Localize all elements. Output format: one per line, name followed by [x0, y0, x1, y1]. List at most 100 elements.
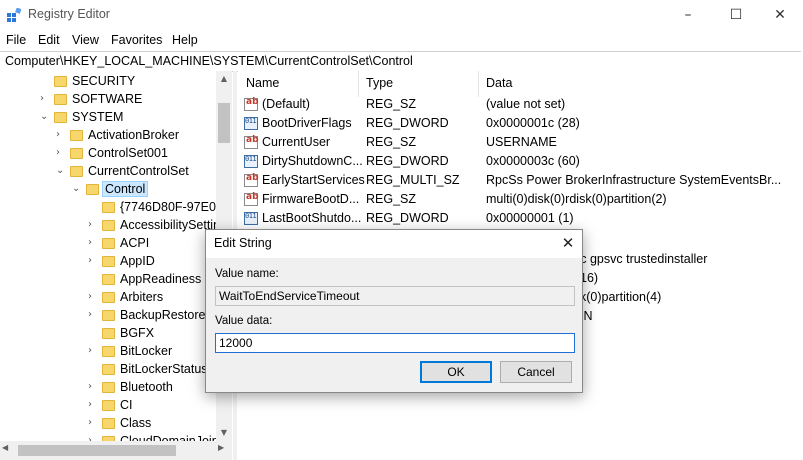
value-data: USERNAME	[486, 135, 557, 149]
binary-value-icon: 011	[244, 117, 258, 130]
value-row[interactable]: 011 DirtyShutdownC... REG_DWORD 0x0000003c …	[238, 152, 803, 171]
menu-bar: File Edit View Favorites Help	[0, 30, 803, 50]
value-row[interactable]: ab EarlyStartServices REG_MULTI_SZ RpcSs Po…	[238, 171, 803, 190]
tree-item-label: SOFTWARE	[72, 92, 143, 106]
chevron-right-icon[interactable]: ›	[88, 219, 98, 231]
value-data: RpcSs Power BrokerInfrastructure SystemE…	[486, 173, 782, 187]
folder-icon	[102, 238, 115, 249]
column-header-name[interactable]: Name	[246, 76, 279, 90]
folder-icon	[102, 364, 115, 375]
value-type: REG_DWORD	[366, 211, 449, 225]
key-tree[interactable]: SECURITY › SOFTWARE ⌄ SYSTEM › ActivationBroke…	[0, 71, 232, 460]
tree-item-label: Control	[102, 181, 149, 197]
scroll-up-icon[interactable]: ▲	[216, 71, 232, 87]
folder-icon	[102, 418, 115, 429]
tree-item-label: BitLocker	[120, 344, 173, 358]
cancel-button[interactable]: Cancel	[500, 361, 572, 383]
folder-icon	[54, 94, 67, 105]
value-row[interactable]: ab FirmwareBootD... REG_SZ multi(0)disk(0)r…	[238, 190, 803, 209]
value-name-field[interactable]	[215, 286, 575, 306]
close-button[interactable]: ✕	[757, 0, 803, 30]
value-type: REG_DWORD	[366, 154, 449, 168]
dialog-close-icon[interactable]: ✕	[556, 232, 580, 254]
column-header-data[interactable]: Data	[486, 76, 512, 90]
address-path[interactable]: Computer\HKEY_LOCAL_MACHINE\SYSTEM\Curre…	[5, 54, 413, 68]
value-row[interactable]: ab (Default) REG_SZ (value not set)	[238, 95, 803, 114]
value-name: CurrentUser	[262, 135, 331, 149]
string-value-icon: ab	[244, 135, 259, 149]
tree-item-label: BGFX	[120, 326, 155, 340]
string-value-icon: ab	[244, 173, 259, 187]
menu-help[interactable]: Help	[172, 33, 198, 47]
folder-icon	[102, 220, 115, 231]
tree-item-label: Class	[120, 416, 152, 430]
tree-item-label: ACPI	[120, 236, 150, 250]
menu-favorites[interactable]: Favorites	[111, 33, 162, 47]
tree-item-label: BackupRestore	[120, 308, 206, 322]
edit-string-dialog: Edit String ✕ Value name: Value data: OK…	[205, 229, 583, 393]
folder-icon	[102, 274, 115, 285]
scroll-left-icon[interactable]: ◀	[2, 443, 8, 452]
window-title: Registry Editor	[28, 7, 110, 21]
maximize-button[interactable]: ☐	[713, 0, 759, 30]
chevron-down-icon[interactable]: ⌄	[40, 111, 50, 123]
chevron-right-icon[interactable]: ›	[88, 345, 98, 357]
value-row[interactable]: ab CurrentUser REG_SZ USERNAME	[238, 133, 803, 152]
folder-icon	[86, 184, 99, 195]
chevron-right-icon[interactable]: ›	[88, 381, 98, 393]
dialog-title: Edit String	[214, 236, 272, 250]
tree-item-label: CurrentControlSet	[88, 164, 189, 178]
chevron-right-icon[interactable]: ›	[88, 309, 98, 321]
chevron-right-icon[interactable]: ›	[88, 255, 98, 267]
value-name-label: Value name:	[215, 268, 279, 280]
menu-file[interactable]: File	[6, 33, 26, 47]
scroll-thumb[interactable]	[218, 103, 230, 143]
column-divider[interactable]	[478, 71, 479, 97]
value-name: (Default)	[262, 97, 310, 111]
folder-icon	[54, 76, 67, 87]
chevron-right-icon[interactable]: ›	[88, 417, 98, 429]
folder-icon	[54, 112, 67, 123]
obscured-data-fragment: k(0)partition(4)	[580, 290, 662, 304]
column-header-type[interactable]: Type	[366, 76, 393, 90]
folder-icon	[102, 310, 115, 321]
chevron-down-icon[interactable]: ⌄	[72, 183, 82, 195]
address-bar[interactable]: Computer\HKEY_LOCAL_MACHINE\SYSTEM\Curre…	[0, 51, 801, 72]
scroll-down-icon[interactable]: ▼	[216, 425, 232, 441]
menu-edit[interactable]: Edit	[38, 33, 60, 47]
chevron-right-icon[interactable]: ›	[40, 93, 50, 105]
scroll-thumb[interactable]	[18, 445, 176, 456]
binary-value-icon: 011	[244, 212, 258, 225]
obscured-data-fragment: vc gpsvc trustedinstaller	[574, 252, 708, 266]
column-divider[interactable]	[358, 71, 359, 97]
tree-item-label: BitLockerStatus	[120, 362, 208, 376]
menu-view[interactable]: View	[72, 33, 99, 47]
folder-icon	[102, 256, 115, 267]
value-name: EarlyStartServices	[262, 173, 365, 187]
chevron-right-icon[interactable]: ›	[88, 399, 98, 411]
value-row[interactable]: 011 BootDriverFlags REG_DWORD 0x0000001c (2…	[238, 114, 803, 133]
value-data-field[interactable]	[215, 333, 575, 353]
tree-item-label: CI	[120, 398, 133, 412]
minimize-button[interactable]: –	[665, 0, 711, 30]
folder-icon	[70, 148, 83, 159]
chevron-right-icon[interactable]: ›	[56, 147, 66, 159]
value-type: REG_DWORD	[366, 116, 449, 130]
chevron-right-icon[interactable]: ›	[56, 129, 66, 141]
expander-blank	[88, 363, 98, 375]
folder-icon	[70, 166, 83, 177]
chevron-right-icon[interactable]: ›	[88, 291, 98, 303]
string-value-icon: ab	[244, 192, 259, 206]
tree-item-label: AppReadiness	[120, 272, 202, 286]
chevron-right-icon[interactable]: ›	[88, 237, 98, 249]
tree-horizontal-scrollbar[interactable]: ◀ ▶	[0, 441, 232, 460]
scroll-right-icon[interactable]: ▶	[218, 443, 224, 452]
value-name: DirtyShutdownC...	[262, 154, 363, 168]
ok-button[interactable]: OK	[420, 361, 492, 383]
value-type: REG_SZ	[366, 135, 417, 149]
string-value-icon: ab	[244, 97, 259, 111]
expander-blank	[88, 327, 98, 339]
value-row[interactable]: 011 LastBootShutdo... REG_DWORD 0x00000001 …	[238, 209, 803, 228]
value-data-label: Value data:	[215, 315, 273, 327]
chevron-down-icon[interactable]: ⌄	[56, 165, 66, 177]
